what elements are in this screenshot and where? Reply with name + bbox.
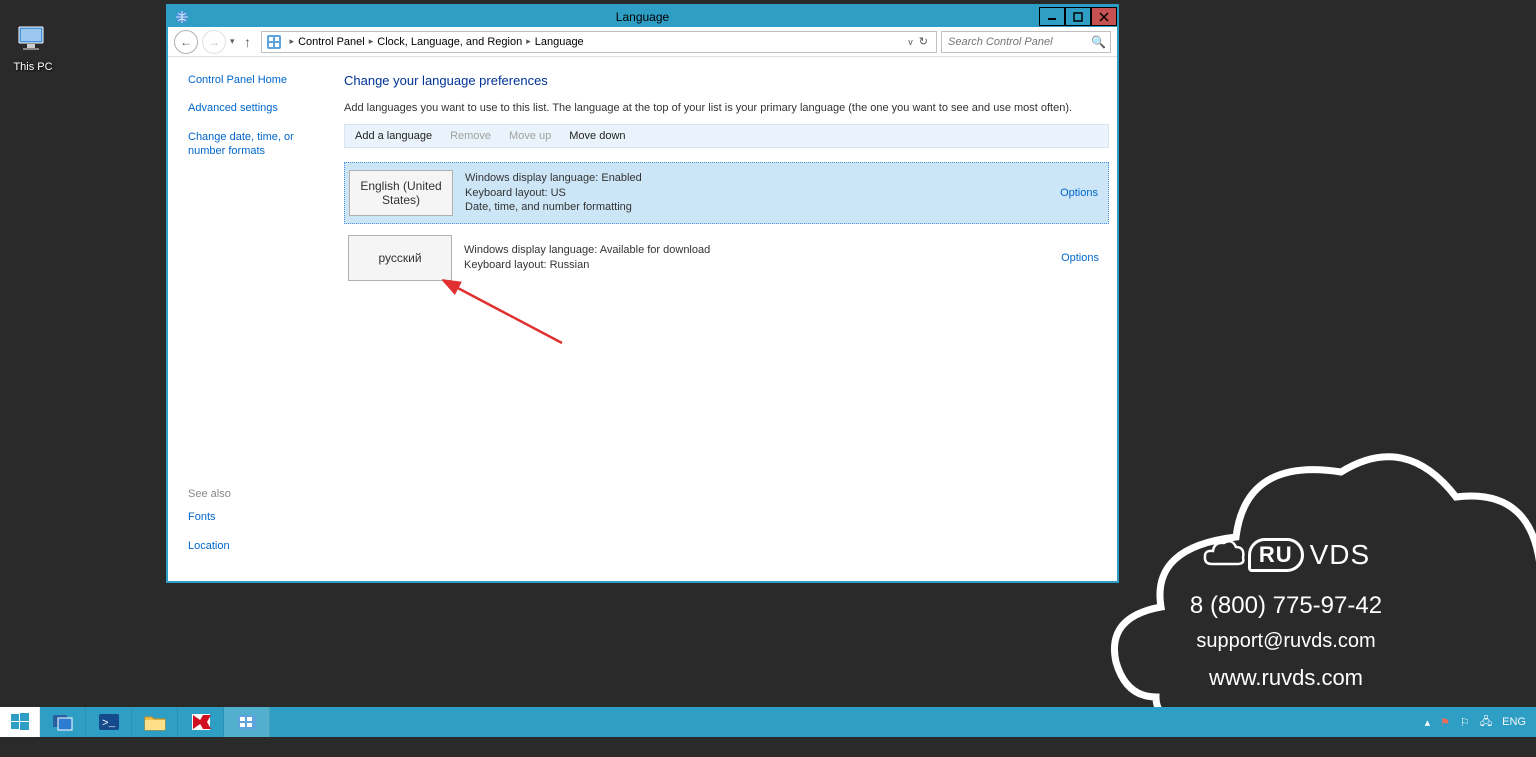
language-info: Windows display language: Enabled Keyboa… — [465, 171, 642, 216]
taskbar-explorer[interactable] — [132, 707, 178, 737]
tray-network-icon[interactable]: 🖧 — [1480, 713, 1492, 732]
svg-text:>_: >_ — [102, 718, 116, 730]
refresh-icon[interactable]: ↻ — [919, 35, 928, 48]
maximize-button[interactable] — [1065, 7, 1091, 26]
language-tile: русский — [348, 235, 452, 281]
tray-action-center-icon[interactable]: ⚐ — [1460, 716, 1470, 729]
tray-language-indicator[interactable]: ENG — [1502, 716, 1526, 728]
sidebar-link-location[interactable]: Location — [188, 539, 231, 553]
close-button[interactable] — [1091, 7, 1117, 26]
sidebar-link-advanced[interactable]: Advanced settings — [188, 101, 326, 115]
titlebar[interactable]: Language — [168, 6, 1117, 27]
language-row[interactable]: English (United States) Windows display … — [344, 162, 1109, 224]
up-button[interactable]: ↑ — [239, 34, 257, 50]
page-heading: Change your language preferences — [344, 73, 1109, 88]
back-button[interactable]: ← — [174, 30, 198, 54]
desktop-icon-this-pc[interactable]: This PC — [3, 22, 63, 73]
sidebar-link-fonts[interactable]: Fonts — [188, 510, 231, 524]
computer-icon — [15, 22, 51, 58]
sidebar-link-home[interactable]: Control Panel Home — [188, 73, 326, 87]
breadcrumb-item[interactable]: Language — [535, 36, 584, 48]
remove-button: Remove — [450, 130, 491, 142]
taskbar-server-manager[interactable] — [40, 707, 86, 737]
language-row[interactable]: русский Windows display language: Availa… — [344, 228, 1109, 288]
language-icon — [174, 9, 190, 25]
window-title: Language — [168, 10, 1117, 24]
system-tray: ▴ ⚑ ⚐ 🖧 ENG — [1415, 707, 1536, 737]
language-tile: English (United States) — [349, 170, 453, 216]
desktop-icon-label: This PC — [3, 61, 63, 73]
minimize-button[interactable] — [1039, 7, 1065, 26]
language-options-link[interactable]: Options — [1061, 252, 1099, 264]
tray-show-hidden-icon[interactable]: ▴ — [1425, 716, 1431, 729]
breadcrumb-item[interactable]: Clock, Language, and Region — [377, 36, 522, 48]
search-icon[interactable]: 🔍 — [1091, 35, 1106, 49]
taskbar-control-panel[interactable] — [224, 707, 270, 737]
search-box[interactable]: 🔍 — [941, 31, 1111, 53]
watermark-text: RU VDS 8 (800) 775-97-42 support@ruvds.c… — [1136, 538, 1436, 691]
sidebar: Control Panel Home Advanced settings Cha… — [168, 57, 336, 581]
add-language-button[interactable]: Add a language — [355, 130, 432, 142]
language-options-link[interactable]: Options — [1060, 187, 1098, 199]
see-also-label: See also — [188, 488, 231, 500]
page-description: Add languages you want to use to this li… — [344, 102, 1109, 114]
content-area: Change your language preferences Add lan… — [336, 57, 1117, 581]
history-dropdown-icon[interactable]: ▾ — [230, 36, 235, 47]
forward-button: → — [202, 30, 226, 54]
cloud-icon — [1202, 538, 1246, 572]
control-panel-window: Language ← → ▾ ↑ ▸ Control Panel ▸ Clock… — [166, 4, 1119, 583]
tray-security-icon[interactable]: ⚑ — [1440, 716, 1450, 729]
move-up-button: Move up — [509, 130, 551, 142]
sidebar-link-date-formats[interactable]: Change date, time, or number formats — [188, 130, 326, 159]
taskbar-kaspersky[interactable] — [178, 707, 224, 737]
move-down-button[interactable]: Move down — [569, 130, 625, 142]
language-info: Windows display language: Available for … — [464, 243, 710, 273]
command-bar: Add a language Remove Move up Move down — [344, 124, 1109, 148]
address-bar[interactable]: ▸ Control Panel ▸ Clock, Language, and R… — [261, 31, 937, 53]
breadcrumb-item[interactable]: Control Panel — [298, 36, 365, 48]
address-dropdown-icon[interactable]: v — [908, 37, 913, 47]
start-button[interactable] — [0, 707, 40, 737]
control-panel-icon — [266, 34, 282, 50]
navbar: ← → ▾ ↑ ▸ Control Panel ▸ Clock, Languag… — [168, 27, 1117, 57]
taskbar-powershell[interactable]: >_ — [86, 707, 132, 737]
language-list: English (United States) Windows display … — [344, 162, 1109, 288]
search-input[interactable] — [948, 36, 1091, 48]
taskbar: >_ ▴ ⚑ ⚐ 🖧 ENG — [0, 707, 1536, 737]
